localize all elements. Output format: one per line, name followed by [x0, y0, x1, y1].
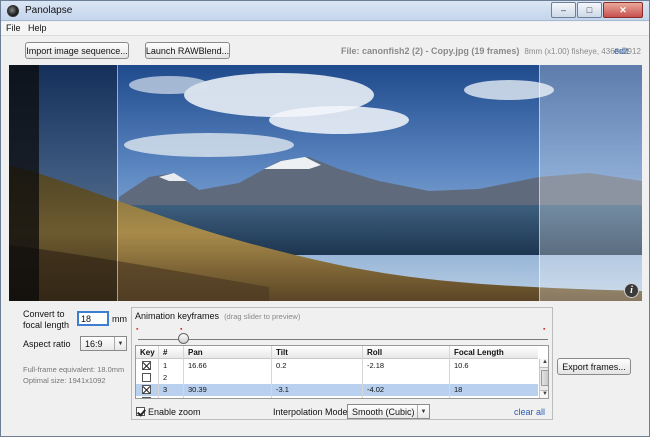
key-checkbox[interactable] [142, 373, 151, 382]
clear-all-link[interactable]: clear all [514, 407, 545, 417]
file-name-label: File: canonfish2 (2) - Copy.jpg (19 fram… [341, 46, 520, 56]
enable-zoom-checkbox[interactable] [136, 407, 145, 416]
column-divider [449, 346, 450, 398]
keyframe-marker: ▪ [180, 326, 183, 333]
key-checkbox[interactable] [142, 385, 151, 394]
focal-unit-label: mm [112, 314, 127, 324]
window-title: Panolapse [25, 5, 73, 16]
menu-help[interactable]: Help [28, 23, 47, 33]
cell-num: 4 [163, 397, 167, 398]
table-row[interactable]: 4 [136, 396, 538, 398]
cell-focal[interactable]: 10.6 [454, 361, 469, 370]
chevron-down-icon: ▼ [114, 337, 126, 350]
app-window: Panolapse – □ ✕ File Help Import image s… [0, 0, 650, 437]
optimal-size-text: Optimal size: 1941x1092 [23, 376, 106, 385]
aspect-ratio-select[interactable]: 16:9 ▼ [80, 336, 127, 351]
column-header-tilt[interactable]: Tilt [276, 348, 288, 357]
table-row[interactable]: 2 [136, 372, 538, 384]
panorama-preview[interactable]: i [9, 65, 642, 301]
cell-num: 1 [163, 361, 168, 370]
cell-tilt[interactable]: 0.2 [276, 361, 286, 370]
column-header-roll[interactable]: Roll [367, 348, 382, 357]
timeline-slider-track[interactable] [138, 339, 548, 340]
menu-bar: File Help [1, 22, 649, 36]
aspect-ratio-value: 16:9 [85, 338, 103, 349]
cell-tilt[interactable]: -3.1 [276, 385, 289, 394]
interpolation-mode-value: Smooth (Cubic) [352, 406, 415, 417]
title-bar: Panolapse – □ ✕ [1, 1, 649, 21]
chevron-down-icon: ▼ [417, 405, 429, 418]
export-frames-button[interactable]: Export frames... [557, 358, 631, 375]
minimize-button[interactable]: – [551, 2, 576, 18]
column-divider [362, 346, 363, 398]
scroll-down-icon[interactable]: ▼ [540, 390, 548, 398]
keyframe-marker: ▪ [136, 326, 139, 333]
column-header-num[interactable]: # [163, 348, 167, 357]
interpolation-mode-label: Interpolation Mode: [273, 407, 351, 417]
import-image-sequence-button[interactable]: Import image sequence... [25, 42, 129, 59]
cell-focal[interactable]: 18 [454, 385, 462, 394]
focal-length-input[interactable] [77, 311, 109, 326]
key-checkbox[interactable] [142, 361, 151, 370]
table-scrollbar[interactable]: ▲ ▼ [539, 359, 548, 398]
cell-num: 3 [163, 385, 168, 394]
table-header: Key # Pan Tilt Roll Focal Length [136, 346, 538, 359]
app-logo-icon [7, 5, 19, 17]
cell-roll[interactable]: -4.02 [367, 385, 384, 394]
keyframe-marker: ▪ [543, 326, 546, 333]
column-divider [271, 346, 272, 398]
cell-pan[interactable]: 16.66 [188, 361, 207, 370]
column-divider [158, 346, 159, 398]
info-icon[interactable]: i [624, 283, 639, 298]
cell-roll[interactable]: -2.18 [367, 361, 384, 370]
scrollbar-thumb[interactable] [541, 370, 548, 386]
timeline-slider-thumb[interactable] [178, 333, 189, 344]
menu-file[interactable]: File [6, 23, 21, 33]
column-header-key[interactable]: Key [140, 348, 155, 357]
enable-zoom-label: Enable zoom [148, 407, 201, 417]
scroll-up-icon[interactable]: ▲ [540, 359, 548, 368]
keyframes-header: Animation keyframes (drag slider to prev… [135, 311, 300, 321]
table-row[interactable]: 1 16.66 0.2 -2.18 10.6 [136, 360, 538, 372]
convert-label-line2: focal length [23, 320, 70, 330]
key-checkbox[interactable] [142, 397, 151, 398]
launch-rawblend-button[interactable]: Launch RAWBlend... [145, 42, 230, 59]
fullframe-equivalent-text: Full-frame equivalent: 18.0mm [23, 365, 125, 374]
cell-pan[interactable]: 30.39 [188, 385, 207, 394]
column-divider [183, 346, 184, 398]
window-controls: – □ ✕ [550, 2, 643, 19]
close-button[interactable]: ✕ [603, 2, 643, 18]
keyframes-hint: (drag slider to preview) [224, 312, 301, 321]
interpolation-mode-select[interactable]: Smooth (Cubic) ▼ [347, 404, 430, 419]
maximize-button[interactable]: □ [577, 2, 602, 18]
aspect-ratio-label: Aspect ratio [23, 339, 71, 349]
cell-num: 2 [163, 373, 168, 382]
preview-image [9, 65, 642, 301]
convert-label-line1: Convert to [23, 309, 65, 319]
file-info: File: canonfish2 (2) - Copy.jpg (19 fram… [341, 46, 641, 56]
column-header-focal-length[interactable]: Focal Length [454, 348, 504, 357]
keyframes-title: Animation keyframes [135, 311, 220, 321]
table-row-selected[interactable]: 3 30.39 -3.1 -4.02 18 [136, 384, 538, 396]
edit-link[interactable]: edit [614, 46, 629, 56]
keyframes-table: Key # Pan Tilt Roll Focal Length 1 16.66… [135, 345, 549, 399]
column-header-pan[interactable]: Pan [188, 348, 203, 357]
